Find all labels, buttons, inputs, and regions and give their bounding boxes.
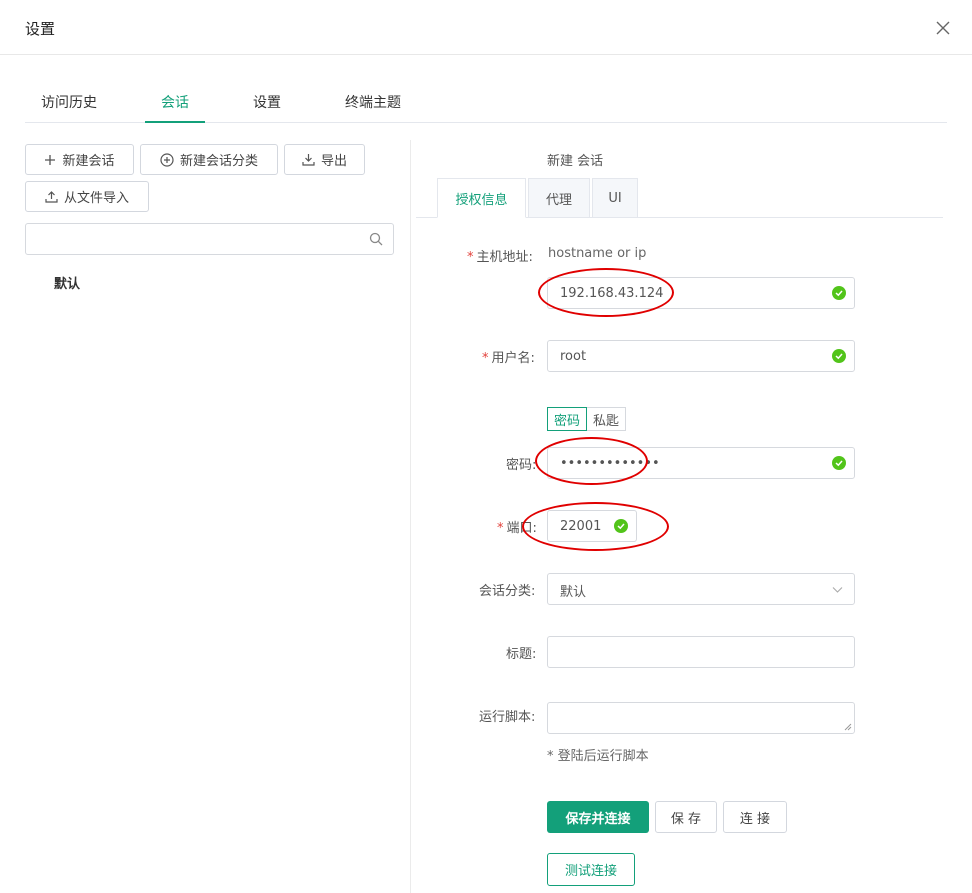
search-icon[interactable] [369, 232, 383, 246]
tab-settings[interactable]: 设置 [253, 92, 281, 112]
category-label: 会话分类: [479, 584, 536, 599]
plus-icon [45, 154, 56, 165]
password-field [547, 447, 855, 479]
script-hint: * 登陆后运行脚本 [547, 749, 649, 764]
plus-circle-icon [160, 152, 174, 167]
tab-terminal-theme[interactable]: 终端主题 [345, 92, 401, 112]
check-icon [832, 349, 846, 363]
dialog-title: 设置 [25, 20, 56, 38]
test-connection-button[interactable]: 测试连接 [547, 853, 635, 886]
required-mark: * [467, 250, 474, 265]
tab-proxy[interactable]: 代理 [528, 178, 590, 218]
session-search [25, 223, 394, 255]
sub-tabs: 授权信息 代理 UI [416, 178, 943, 218]
new-category-label: 新建会话分类 [179, 154, 258, 169]
download-icon [302, 154, 315, 166]
host-input[interactable] [548, 278, 854, 308]
tab-auth[interactable]: 授权信息 [437, 178, 526, 218]
connect-label: 连 接 [739, 811, 771, 827]
import-file-button[interactable]: 从文件导入 [25, 181, 149, 212]
export-label: 导出 [320, 154, 347, 169]
dialog-header: 设置 [0, 0, 972, 55]
form-title: 新建 会话 [547, 154, 604, 169]
password-label: 密码: [506, 458, 537, 473]
check-icon [832, 286, 846, 300]
auth-password-option[interactable]: 密码 [547, 407, 588, 431]
host-label: * 主机地址: [467, 250, 533, 265]
export-button[interactable]: 导出 [284, 144, 365, 175]
title-label: 标题: [506, 647, 537, 662]
port-field [547, 510, 637, 542]
save-button[interactable]: 保 存 [655, 801, 717, 833]
category-value: 默认 [560, 585, 587, 600]
username-field [547, 340, 855, 372]
import-file-label: 从文件导入 [63, 191, 129, 206]
resize-grip-icon[interactable] [844, 723, 852, 731]
upload-icon [45, 191, 58, 203]
chevron-down-icon [832, 587, 843, 593]
check-icon [832, 456, 846, 470]
required-mark: * [497, 521, 504, 536]
category-select[interactable]: 默认 [547, 573, 855, 605]
host-hint: hostname or ip [548, 246, 647, 261]
auth-type-switch: 密码 私匙 [547, 407, 627, 431]
save-label: 保 存 [670, 811, 702, 827]
title-field [547, 636, 855, 668]
panel-divider [410, 140, 411, 893]
host-field [547, 277, 855, 309]
title-input[interactable] [548, 637, 854, 667]
search-input[interactable] [26, 224, 356, 254]
main-tabs: 访问历史 会话 设置 终端主题 [25, 80, 947, 123]
username-label: * 用户名: [482, 351, 535, 366]
password-input[interactable] [548, 448, 854, 478]
new-session-label: 新建会话 [62, 154, 115, 169]
script-field [547, 702, 855, 734]
username-input[interactable] [548, 341, 854, 371]
port-label: * 端口: [497, 521, 537, 536]
script-label: 运行脚本: [479, 710, 536, 725]
close-icon [936, 21, 950, 35]
active-tab-indicator [145, 121, 205, 123]
close-button[interactable] [934, 19, 952, 37]
new-session-button[interactable]: 新建会话 [25, 144, 134, 175]
auth-key-option[interactable]: 私匙 [587, 407, 627, 431]
tab-sessions[interactable]: 会话 [161, 92, 189, 112]
new-category-button[interactable]: 新建会话分类 [140, 144, 278, 175]
connect-button[interactable]: 连 接 [723, 801, 787, 833]
save-connect-button[interactable]: 保存并连接 [547, 801, 649, 833]
script-textarea[interactable] [548, 703, 854, 733]
tab-history[interactable]: 访问历史 [41, 92, 97, 112]
required-mark: * [482, 351, 489, 366]
session-group-default[interactable]: 默认 [54, 273, 80, 292]
tab-ui[interactable]: UI [592, 178, 638, 218]
check-icon [614, 519, 628, 533]
